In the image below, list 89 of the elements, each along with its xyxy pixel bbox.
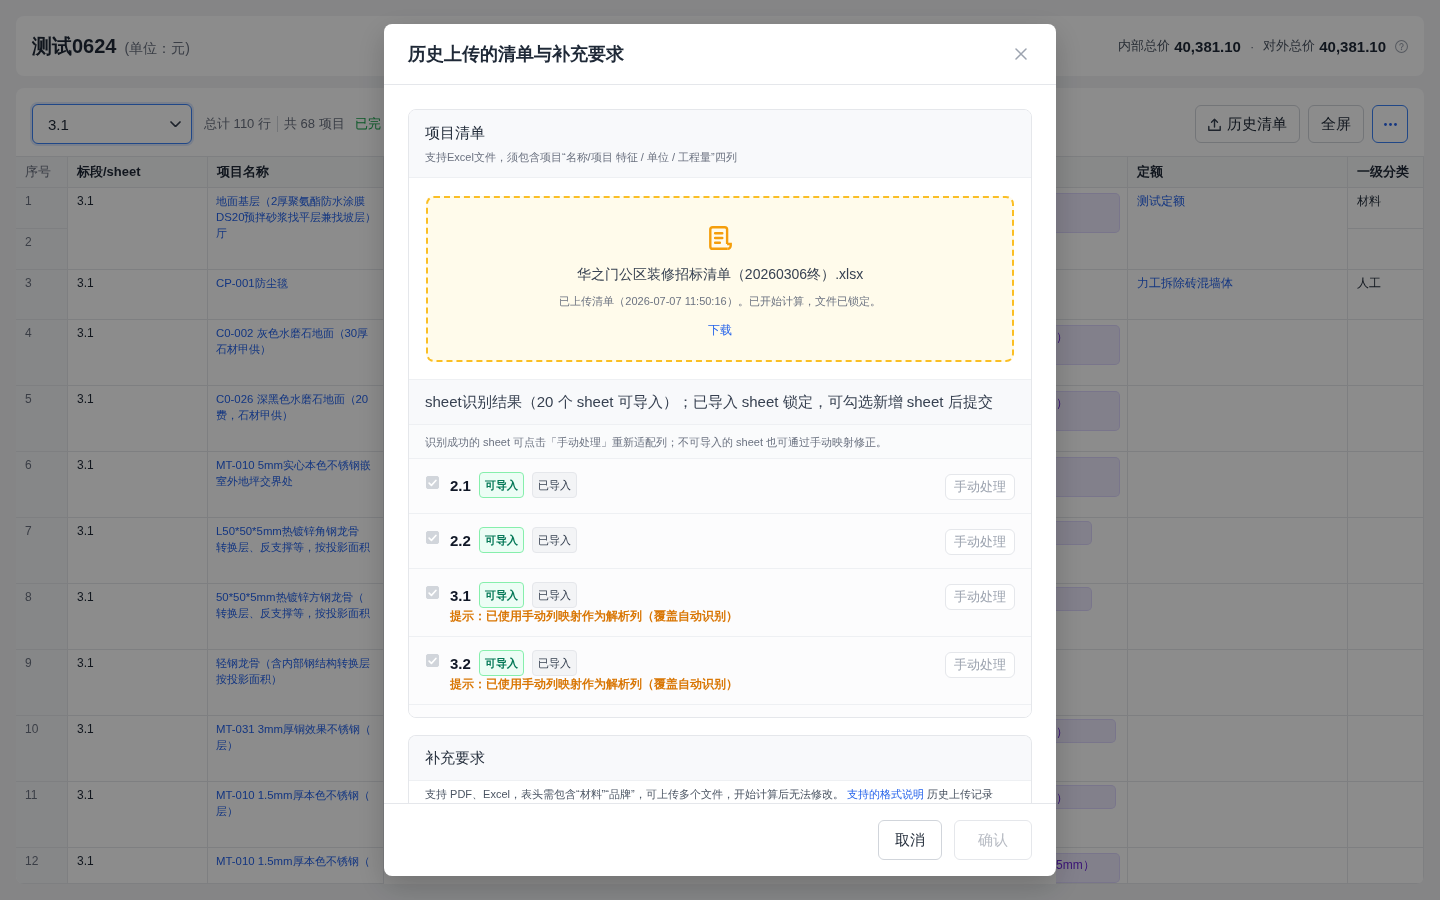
column-header: 序号	[16, 157, 68, 188]
table-cell: 3.1	[68, 188, 208, 270]
summary-stat: 总计 110 行	[204, 115, 271, 133]
help-icon[interactable]	[1395, 39, 1408, 53]
document-icon	[708, 226, 732, 250]
spec-tag: ）	[1056, 719, 1116, 743]
table-cell: 3.1	[68, 518, 208, 584]
hint-text: 提示：已使用手动列映射作为解析列（覆盖自动识别）	[450, 608, 738, 624]
row-number: 1	[16, 188, 68, 229]
status-tag: 可导入	[478, 527, 524, 553]
more-button[interactable]	[1372, 105, 1408, 143]
table-cell: 3.1	[68, 848, 208, 884]
row-number: 12	[16, 848, 68, 884]
spec-tag: ）	[1056, 391, 1120, 431]
row-number: 2	[16, 229, 68, 270]
close-icon	[1015, 48, 1027, 60]
column-header: 标段/sheet	[68, 157, 208, 188]
section-subtitle: 支持Excel文件，须包含项目“名称/项目 特征 / 单位 / 工程量”四列	[425, 150, 738, 165]
quota-link[interactable]: 测试定额	[1128, 188, 1348, 270]
supplement-text: 支持 PDF、Excel，表头需包含“材料”“品牌”，可上传多个文件，开始计算后无法修改。 支持的格式说明 历史上传记录	[424, 787, 994, 802]
unit-label: (单位：元)	[124, 39, 190, 58]
item-name-link[interactable]: MT-010 1.5mm厚本色不锈钢（	[208, 848, 384, 884]
dialog-title: 历史上传的清单与补充要求	[408, 43, 624, 66]
total-value: 40,381.10	[1174, 37, 1241, 55]
row-number: 11	[16, 782, 68, 848]
close-button[interactable]	[1015, 48, 1027, 60]
column-header: 定额	[1128, 157, 1348, 188]
spec-tag: ）	[1056, 325, 1120, 365]
table-cell: 3.1	[68, 386, 208, 452]
table-cell: 3.1	[68, 320, 208, 386]
sheet-name: 3.1	[450, 586, 471, 604]
table-cell: 3.1	[68, 716, 208, 782]
row-number: 4	[16, 320, 68, 386]
row-number: 8	[16, 584, 68, 650]
table-cell: 人工	[1348, 270, 1424, 320]
table-cell: 3.1	[68, 452, 208, 518]
sheet-name: 2.1	[450, 476, 471, 494]
status-text: 已完	[354, 115, 381, 133]
sheet-name: 2.2	[450, 531, 471, 549]
section-title: 补充要求	[409, 736, 1031, 781]
summary-stat: 共 68 项目	[283, 115, 345, 133]
status-tag: 可导入	[478, 582, 524, 608]
table-cell: 3.1	[68, 650, 208, 716]
spec-tag	[1056, 457, 1120, 497]
row-number: 6	[16, 452, 68, 518]
table-cell: 材料	[1348, 188, 1424, 229]
hint-text: 识别成功的 sheet 可点击「手动处理」重新适配列；不可导入的 sheet 也可通过手动映射修正。	[409, 425, 1031, 459]
column-header: 项目名称	[208, 157, 384, 188]
download-link[interactable]: 下载	[708, 322, 732, 338]
more-icon	[1383, 122, 1397, 126]
row-number: 10	[16, 716, 68, 782]
spec-tag	[1056, 587, 1092, 611]
page-title: 测试0624	[32, 33, 117, 59]
table-cell: 3.1	[68, 270, 208, 320]
file-name: 华之门公区装修招标清单（20260306终）.xlsx	[576, 265, 864, 284]
row-number: 9	[16, 650, 68, 716]
spec-tag	[1056, 193, 1120, 233]
status-tag: 已导入	[531, 582, 577, 608]
section-title: 项目清单	[425, 123, 486, 143]
spec-tag	[1056, 521, 1092, 545]
hint-text: 提示：已使用手动列映射作为解析列（覆盖自动识别）	[450, 676, 738, 692]
sheet-select[interactable]: 3.1	[32, 104, 192, 144]
total-label: 对外总价	[1263, 37, 1316, 55]
upload-status: 已上传清单（2026-07-07 11:50:16）。已开始计算，文件已锁定。	[559, 294, 881, 309]
column-header: 一级分类	[1348, 157, 1424, 188]
cancel-button[interactable]: 取消	[878, 820, 942, 860]
status-tag: 已导入	[531, 527, 577, 553]
row-number: 7	[16, 518, 68, 584]
row-number: 3	[16, 270, 68, 320]
status-tag: 已导入	[531, 472, 577, 498]
status-tag: 已导入	[531, 650, 577, 676]
quota-link[interactable]: 力工拆除砖混墙体	[1128, 270, 1348, 320]
status-tag: 可导入	[478, 650, 524, 676]
total-label: 内部总价	[1118, 37, 1171, 55]
spec-tag: ）	[1056, 785, 1116, 809]
format-link[interactable]: 支持的格式说明	[846, 788, 924, 800]
section-title: sheet识别结果（20 个 sheet 可导入）；已导入 sheet 锁定，可勾选新增 sheet 后提交	[409, 380, 1031, 425]
row-number: 5	[16, 386, 68, 452]
fullscreen-button[interactable]: 全屏	[1308, 105, 1364, 143]
spec-tag: 5mm）	[1056, 853, 1120, 883]
history-button[interactable]: 历史清单	[1195, 105, 1300, 143]
sheet-name: 3.2	[450, 654, 471, 672]
table-cell: 3.1	[68, 584, 208, 650]
table-cell: 3.1	[68, 782, 208, 848]
status-tag: 可导入	[478, 472, 524, 498]
total-value: 40,381.10	[1319, 37, 1386, 55]
separator-dot: ·	[1249, 38, 1255, 54]
upload-icon	[1208, 117, 1221, 131]
chevron-down-icon	[170, 120, 181, 128]
